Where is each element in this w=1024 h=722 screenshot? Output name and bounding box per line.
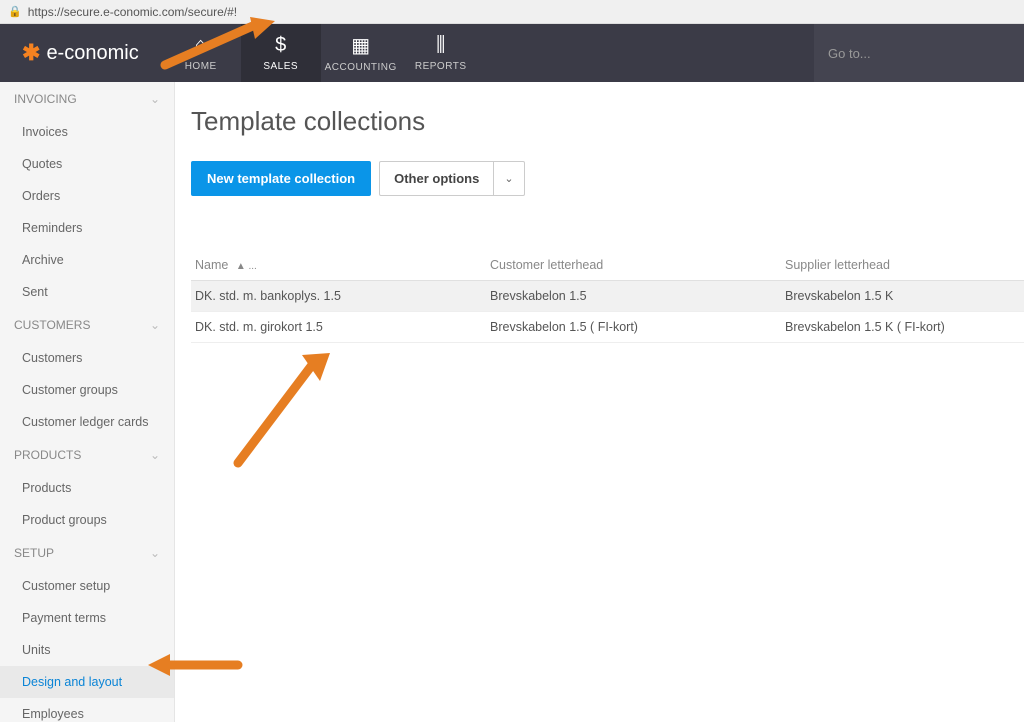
accounting-icon: ▦ — [351, 33, 370, 58]
col-header-name[interactable]: Name ▲ ... — [195, 258, 490, 272]
sidebar-item-units[interactable]: Units — [0, 634, 174, 666]
sidebar-item-payment-terms[interactable]: Payment terms — [0, 602, 174, 634]
logo-mark-icon: ✱ — [22, 40, 40, 66]
sidebar: INVOICING⌄InvoicesQuotesOrdersRemindersA… — [0, 82, 175, 722]
sidebar-item-orders[interactable]: Orders — [0, 180, 174, 212]
sort-indicator: ▲ ... — [236, 261, 257, 272]
nav-reports[interactable]: ⫼REPORTS — [401, 24, 481, 82]
sidebar-item-customer-groups[interactable]: Customer groups — [0, 374, 174, 406]
action-row: New template collection Other options ⌄ — [191, 161, 1024, 196]
cell-customer-letterhead: Brevskabelon 1.5 — [490, 289, 785, 303]
sidebar-group-customers[interactable]: CUSTOMERS⌄ — [0, 308, 174, 342]
sidebar-item-employees[interactable]: Employees — [0, 698, 174, 722]
cell-name: DK. std. m. girokort 1.5 — [195, 320, 490, 334]
chevron-down-icon: ⌄ — [504, 173, 513, 185]
chevron-down-icon: ⌄ — [150, 92, 160, 106]
sidebar-item-product-groups[interactable]: Product groups — [0, 504, 174, 536]
sidebar-item-customer-ledger-cards[interactable]: Customer ledger cards — [0, 406, 174, 438]
table-row[interactable]: DK. std. m. girokort 1.5Brevskabelon 1.5… — [191, 312, 1024, 343]
search-placeholder: Go to... — [828, 46, 871, 61]
cell-customer-letterhead: Brevskabelon 1.5 ( FI-kort) — [490, 320, 785, 334]
cell-supplier-letterhead: Brevskabelon 1.5 K — [785, 289, 1020, 303]
col-header-supplier-letterhead[interactable]: Supplier letterhead — [785, 258, 1020, 272]
sidebar-group-setup[interactable]: SETUP⌄ — [0, 536, 174, 570]
nav-sales[interactable]: $SALES — [241, 24, 321, 82]
other-options-group: Other options ⌄ — [379, 161, 524, 196]
sales-icon: $ — [275, 34, 286, 57]
brand-logo[interactable]: ✱ e-conomic — [0, 24, 161, 82]
other-options-caret-button[interactable]: ⌄ — [494, 161, 524, 196]
new-template-collection-button[interactable]: New template collection — [191, 161, 371, 196]
other-options-button[interactable]: Other options — [379, 161, 494, 196]
browser-url-bar: 🔒 https://secure.e-conomic.com/secure/#! — [0, 0, 1024, 24]
sidebar-group-products[interactable]: PRODUCTS⌄ — [0, 438, 174, 472]
sidebar-item-archive[interactable]: Archive — [0, 244, 174, 276]
template-table: Name ▲ ... Customer letterhead Supplier … — [191, 250, 1024, 343]
sidebar-item-products[interactable]: Products — [0, 472, 174, 504]
cell-name: DK. std. m. bankoplys. 1.5 — [195, 289, 490, 303]
lock-icon: 🔒 — [8, 5, 22, 18]
table-row[interactable]: DK. std. m. bankoplys. 1.5Brevskabelon 1… — [191, 281, 1024, 312]
sidebar-item-reminders[interactable]: Reminders — [0, 212, 174, 244]
url-text: https://secure.e-conomic.com/secure/#! — [28, 5, 237, 19]
chevron-down-icon: ⌄ — [150, 448, 160, 462]
reports-icon: ⫼ — [436, 34, 445, 57]
main-content: Template collections New template collec… — [175, 82, 1024, 722]
sidebar-item-customer-setup[interactable]: Customer setup — [0, 570, 174, 602]
chevron-down-icon: ⌄ — [150, 318, 160, 332]
sidebar-group-invoicing[interactable]: INVOICING⌄ — [0, 82, 174, 116]
nav-home[interactable]: ⌂HOME — [161, 24, 241, 82]
sidebar-item-customers[interactable]: Customers — [0, 342, 174, 374]
col-header-customer-letterhead[interactable]: Customer letterhead — [490, 258, 785, 272]
sidebar-item-invoices[interactable]: Invoices — [0, 116, 174, 148]
chevron-down-icon: ⌄ — [150, 546, 160, 560]
sidebar-item-quotes[interactable]: Quotes — [0, 148, 174, 180]
sidebar-item-sent[interactable]: Sent — [0, 276, 174, 308]
global-search[interactable]: Go to... — [814, 24, 1024, 82]
top-navigation: ✱ e-conomic ⌂HOME$SALES▦ACCOUNTING⫼REPOR… — [0, 24, 1024, 82]
brand-text: e-conomic — [46, 42, 138, 65]
table-header: Name ▲ ... Customer letterhead Supplier … — [191, 250, 1024, 281]
sidebar-item-design-and-layout[interactable]: Design and layout — [0, 666, 174, 698]
home-icon: ⌂ — [195, 34, 207, 57]
page-title: Template collections — [191, 106, 1024, 137]
nav-accounting[interactable]: ▦ACCOUNTING — [321, 24, 401, 82]
cell-supplier-letterhead: Brevskabelon 1.5 K ( FI-kort) — [785, 320, 1020, 334]
